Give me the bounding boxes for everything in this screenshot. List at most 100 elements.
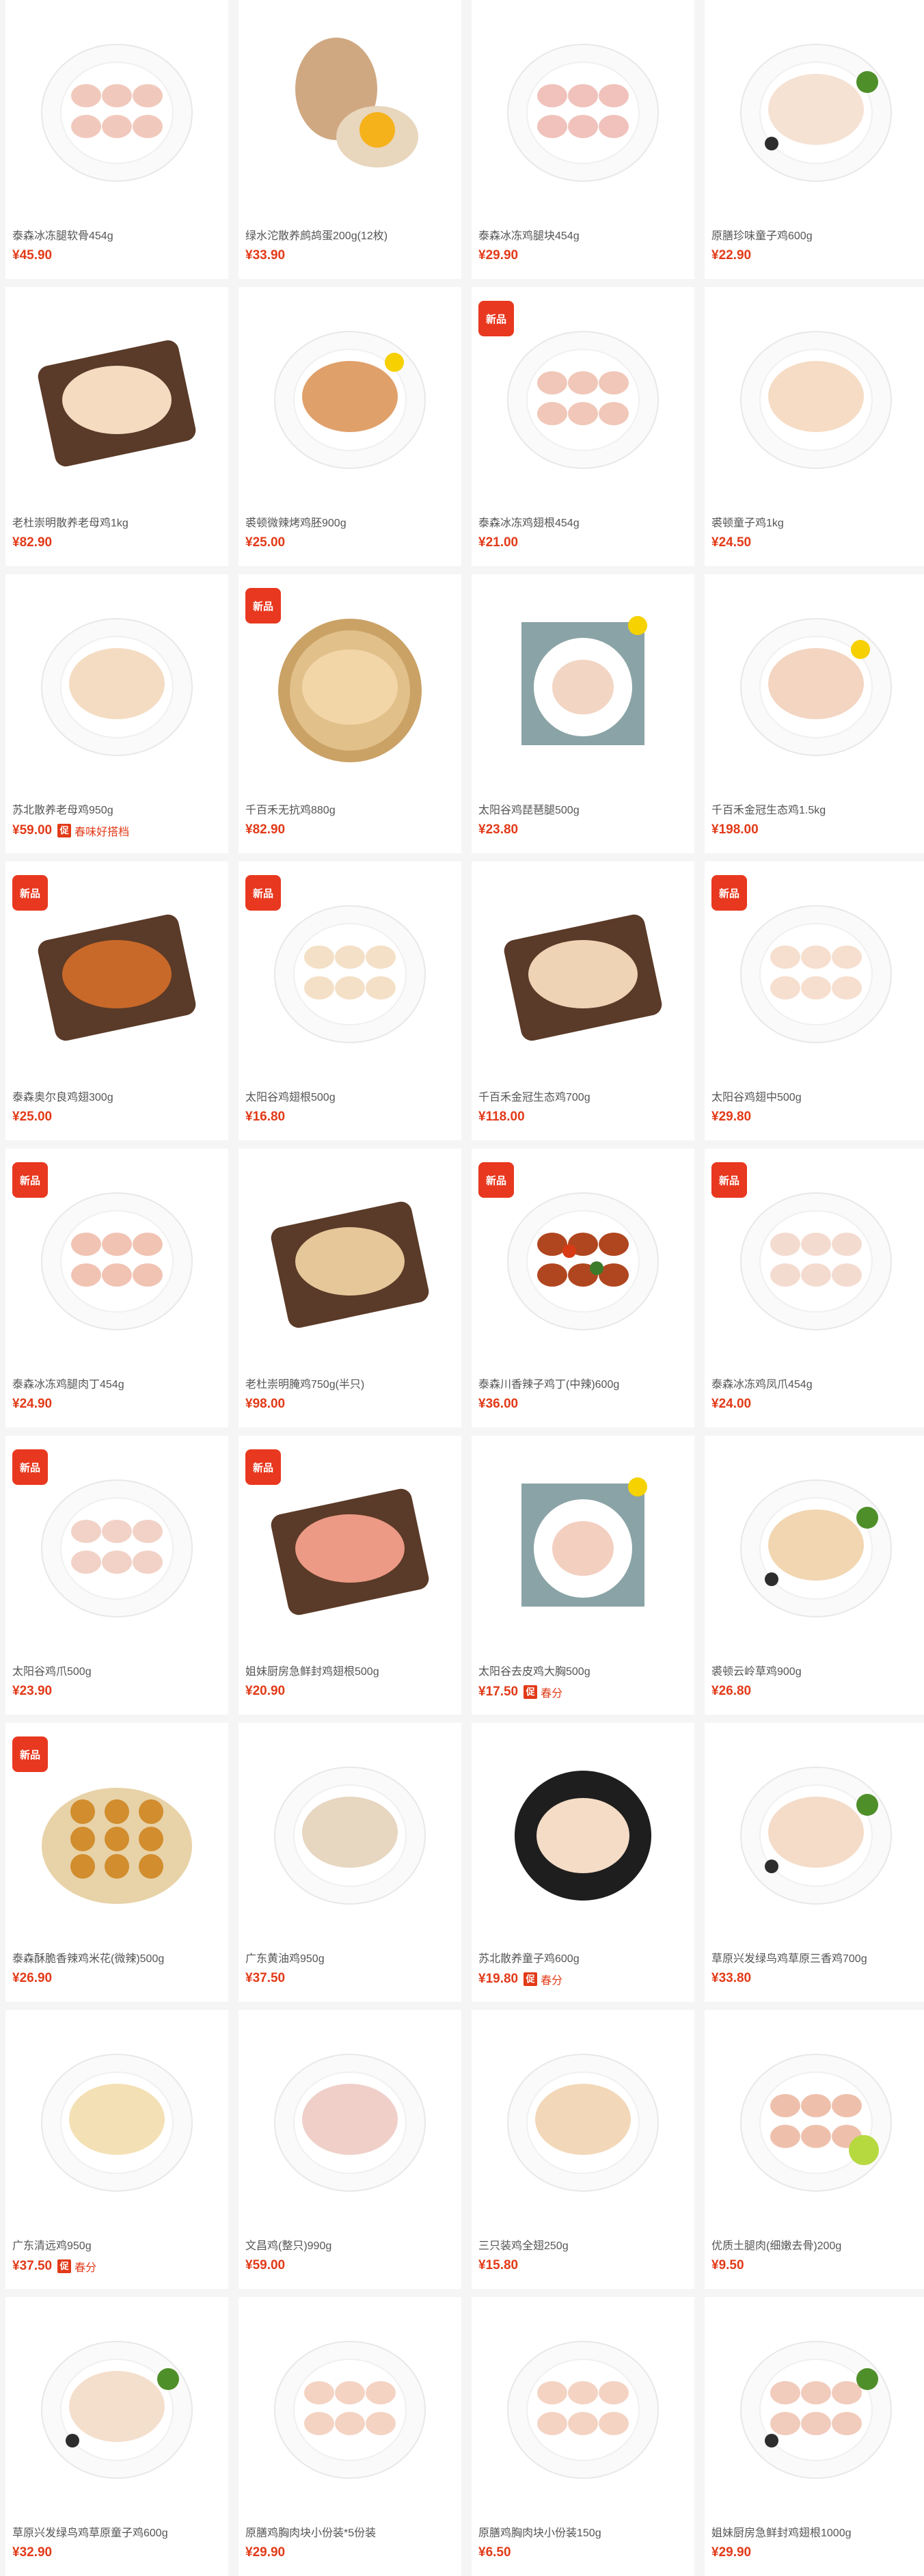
- product-name[interactable]: 泰森奥尔良鸡翅300g: [12, 1088, 221, 1104]
- product-name[interactable]: 裘顿童子鸡1kg: [711, 513, 921, 530]
- product-card[interactable]: 新品 泰森酥脆香辣鸡米花(微辣)500g ¥26.90: [5, 1723, 228, 2002]
- product-card[interactable]: 姐妹厨房急鲜封鸡翅根1000g ¥29.90: [705, 2297, 924, 2576]
- product-name[interactable]: 太阳谷鸡爪500g: [12, 1662, 221, 1678]
- product-card[interactable]: 老杜崇明腌鸡750g(半只) ¥98.00: [239, 1149, 461, 1427]
- product-name[interactable]: 原膳珍味童子鸡600g: [711, 226, 921, 243]
- product-name[interactable]: 太阳谷鸡琵琶腿500g: [478, 801, 688, 817]
- product-card[interactable]: 老杜崇明散养老母鸡1kg ¥82.90: [5, 287, 228, 566]
- product-card[interactable]: 裘顿云岭草鸡900g ¥26.80: [705, 1436, 924, 1715]
- product-image[interactable]: [472, 861, 694, 1080]
- product-name[interactable]: 裘顿微辣烤鸡胚900g: [245, 513, 454, 530]
- product-name[interactable]: 草原兴发绿鸟鸡草原三香鸡700g: [711, 1949, 921, 1965]
- product-card[interactable]: 新品 千百禾无抗鸡880g ¥82.90: [239, 574, 461, 853]
- product-image[interactable]: [239, 1723, 461, 1942]
- product-card[interactable]: 裘顿微辣烤鸡胚900g ¥25.00: [239, 287, 461, 566]
- product-image[interactable]: [5, 287, 228, 506]
- product-image[interactable]: [705, 0, 924, 219]
- product-name[interactable]: 泰森冰冻鸡腿块454g: [478, 226, 688, 243]
- promo-text[interactable]: 春分: [541, 1971, 562, 1987]
- product-name[interactable]: 千百禾无抗鸡880g: [245, 801, 454, 817]
- product-name[interactable]: 苏北散养老母鸡950g: [12, 801, 221, 817]
- product-image[interactable]: [5, 2297, 228, 2516]
- product-name[interactable]: 优质土腿肉(细嫩去骨)200g: [711, 2236, 921, 2253]
- product-card[interactable]: 新品 泰森冰冻鸡腿肉丁454g ¥24.90: [5, 1149, 228, 1427]
- product-card[interactable]: 千百禾金冠生态鸡700g ¥118.00: [472, 861, 694, 1140]
- product-image[interactable]: [705, 1436, 924, 1654]
- product-card[interactable]: 泰森冰冻鸡腿块454g ¥29.90: [472, 0, 694, 279]
- product-image[interactable]: [239, 0, 461, 219]
- product-card[interactable]: 太阳谷去皮鸡大胸500g ¥17.50 促春分: [472, 1436, 694, 1715]
- product-name[interactable]: 泰森冰冻鸡翅根454g: [478, 513, 688, 530]
- product-card[interactable]: 泰森冰冻腿软骨454g ¥45.90: [5, 0, 228, 279]
- product-card[interactable]: 新品 太阳谷鸡翅根500g ¥16.80: [239, 861, 461, 1140]
- product-card[interactable]: 绿水沱散养鹧鸪蛋200g(12枚) ¥33.90: [239, 0, 461, 279]
- product-image[interactable]: [705, 1723, 924, 1942]
- product-name[interactable]: 草原兴发绿鸟鸡草原童子鸡600g: [12, 2523, 221, 2540]
- product-image[interactable]: [5, 0, 228, 219]
- product-card[interactable]: 新品 姐妹厨房急鲜封鸡翅根500g ¥20.90: [239, 1436, 461, 1715]
- product-name[interactable]: 广东清远鸡950g: [12, 2236, 221, 2253]
- product-card[interactable]: 文昌鸡(整只)990g ¥59.00: [239, 2010, 461, 2289]
- product-card[interactable]: 新品 泰森冰冻鸡翅根454g ¥21.00: [472, 287, 694, 566]
- product-card[interactable]: 苏北散养老母鸡950g ¥59.00 促春味好搭档: [5, 574, 228, 853]
- product-image[interactable]: [239, 287, 461, 506]
- product-image[interactable]: [705, 574, 924, 793]
- product-name[interactable]: 泰森冰冻鸡凤爪454g: [711, 1375, 921, 1391]
- product-card[interactable]: 太阳谷鸡琵琶腿500g ¥23.80: [472, 574, 694, 853]
- product-name[interactable]: 太阳谷鸡翅根500g: [245, 1088, 454, 1104]
- product-name[interactable]: 三只装鸡全翅250g: [478, 2236, 688, 2253]
- product-name[interactable]: 老杜崇明腌鸡750g(半只): [245, 1375, 454, 1391]
- product-image[interactable]: [239, 2297, 461, 2516]
- promo-text[interactable]: 春分: [74, 2258, 96, 2275]
- product-name[interactable]: 千百禾金冠生态鸡700g: [478, 1088, 688, 1104]
- product-name[interactable]: 泰森酥脆香辣鸡米花(微辣)500g: [12, 1949, 221, 1965]
- product-name[interactable]: 原膳鸡胸肉块小份装*5份装: [245, 2523, 454, 2540]
- product-name[interactable]: 泰森冰冻鸡腿肉丁454g: [12, 1375, 221, 1391]
- product-name[interactable]: 原膳鸡胸肉块小份装150g: [478, 2523, 688, 2540]
- product-image[interactable]: [705, 2010, 924, 2229]
- product-image[interactable]: [472, 574, 694, 793]
- product-name[interactable]: 姐妹厨房急鲜封鸡翅根1000g: [711, 2523, 921, 2540]
- product-image[interactable]: [472, 2010, 694, 2229]
- product-image[interactable]: [239, 2010, 461, 2229]
- product-card[interactable]: 千百禾金冠生态鸡1.5kg ¥198.00: [705, 574, 924, 853]
- product-card[interactable]: 新品 泰森奥尔良鸡翅300g ¥25.00: [5, 861, 228, 1140]
- product-name[interactable]: 太阳谷去皮鸡大胸500g: [478, 1662, 688, 1678]
- product-image[interactable]: [472, 1723, 694, 1942]
- product-name[interactable]: 泰森川香辣子鸡丁(中辣)600g: [478, 1375, 688, 1391]
- product-card[interactable]: 草原兴发绿鸟鸡草原三香鸡700g ¥33.80: [705, 1723, 924, 2002]
- product-name[interactable]: 老杜崇明散养老母鸡1kg: [12, 513, 221, 530]
- product-name[interactable]: 苏北散养童子鸡600g: [478, 1949, 688, 1965]
- product-card[interactable]: 新品 泰森川香辣子鸡丁(中辣)600g ¥36.00: [472, 1149, 694, 1427]
- product-card[interactable]: 三只装鸡全翅250g ¥15.80: [472, 2010, 694, 2289]
- product-name[interactable]: 太阳谷鸡翅中500g: [711, 1088, 921, 1104]
- product-card[interactable]: 广东黄油鸡950g ¥37.50: [239, 1723, 461, 2002]
- product-name[interactable]: 绿水沱散养鹧鸪蛋200g(12枚): [245, 226, 454, 243]
- product-card[interactable]: 原膳鸡胸肉块小份装150g ¥6.50: [472, 2297, 694, 2576]
- product-card[interactable]: 草原兴发绿鸟鸡草原童子鸡600g ¥32.90: [5, 2297, 228, 2576]
- product-name[interactable]: 千百禾金冠生态鸡1.5kg: [711, 801, 921, 817]
- product-name[interactable]: 裘顿云岭草鸡900g: [711, 1662, 921, 1678]
- product-image[interactable]: [472, 0, 694, 219]
- product-image[interactable]: [239, 1149, 461, 1367]
- product-image[interactable]: [472, 2297, 694, 2516]
- product-name[interactable]: 文昌鸡(整只)990g: [245, 2236, 454, 2253]
- product-image[interactable]: [5, 574, 228, 793]
- product-card[interactable]: 新品 泰森冰冻鸡凤爪454g ¥24.00: [705, 1149, 924, 1427]
- product-name[interactable]: 泰森冰冻腿软骨454g: [12, 226, 221, 243]
- product-card[interactable]: 新品 太阳谷鸡翅中500g ¥29.80: [705, 861, 924, 1140]
- product-card[interactable]: 原膳珍味童子鸡600g ¥22.90: [705, 0, 924, 279]
- product-name[interactable]: 姐妹厨房急鲜封鸡翅根500g: [245, 1662, 454, 1678]
- product-card[interactable]: 苏北散养童子鸡600g ¥19.80 促春分: [472, 1723, 694, 2002]
- product-card[interactable]: 原膳鸡胸肉块小份装*5份装 ¥29.90: [239, 2297, 461, 2576]
- product-name[interactable]: 广东黄油鸡950g: [245, 1949, 454, 1965]
- product-image[interactable]: [472, 1436, 694, 1654]
- product-card[interactable]: 优质土腿肉(细嫩去骨)200g ¥9.50: [705, 2010, 924, 2289]
- product-image[interactable]: [5, 2010, 228, 2229]
- product-card[interactable]: 新品 太阳谷鸡爪500g ¥23.90: [5, 1436, 228, 1715]
- product-card[interactable]: 裘顿童子鸡1kg ¥24.50: [705, 287, 924, 566]
- product-image[interactable]: [705, 2297, 924, 2516]
- product-image[interactable]: [705, 287, 924, 506]
- product-card[interactable]: 广东清远鸡950g ¥37.50 促春分: [5, 2010, 228, 2289]
- promo-text[interactable]: 春味好搭档: [74, 822, 129, 839]
